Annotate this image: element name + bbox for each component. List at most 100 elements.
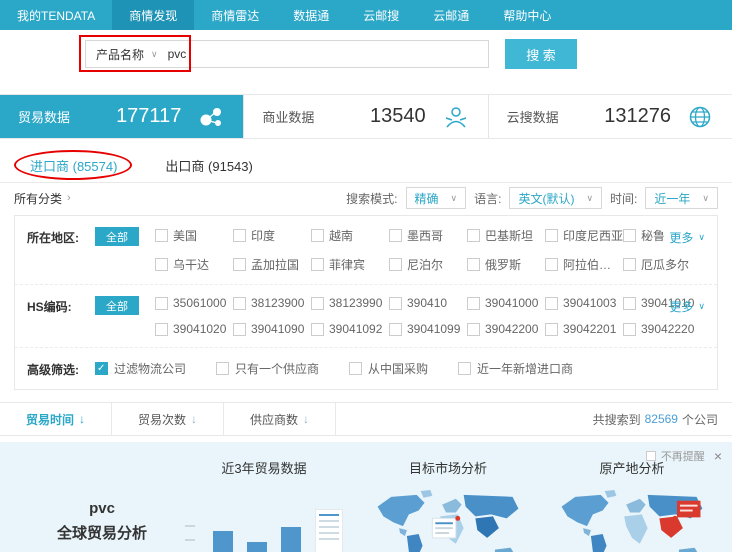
checkbox[interactable] xyxy=(311,297,324,310)
stat-trade-data[interactable]: 贸易数据 177117 xyxy=(0,95,243,138)
nav-item-cloud-mail-pass[interactable]: 云邮通 xyxy=(416,0,486,30)
nav-item-cloud-mail-search[interactable]: 云邮搜 xyxy=(346,0,416,30)
hs-code-all-button[interactable]: 全部 xyxy=(95,296,139,315)
region-option[interactable]: 俄罗斯 xyxy=(467,256,545,273)
hs-code-option[interactable]: 39041099 xyxy=(389,322,467,336)
checkbox[interactable] xyxy=(623,229,636,242)
region-option[interactable]: 菲律宾 xyxy=(311,256,389,273)
checkbox[interactable] xyxy=(545,258,558,271)
hs-code-option[interactable]: 39041003 xyxy=(545,296,623,310)
tab-importers[interactable]: 进口商 (85574) xyxy=(30,156,117,175)
checkbox[interactable] xyxy=(389,229,402,242)
region-option[interactable]: 尼泊尔 xyxy=(389,256,467,273)
checkbox[interactable] xyxy=(155,258,168,271)
stat-business-data[interactable]: 商业数据 13540 xyxy=(243,95,487,138)
nav-item-my-tendata[interactable]: 我的TENDATA xyxy=(0,0,112,30)
checkbox[interactable] xyxy=(216,362,229,375)
hs-code-option-label: 39041090 xyxy=(251,322,311,336)
result-count[interactable]: 82569 xyxy=(645,412,678,426)
tab-exporters[interactable]: 出口商 (91543) xyxy=(165,156,252,175)
stat-cloud-search-data[interactable]: 云搜数据 131276 xyxy=(488,95,732,138)
sort-supplier-count[interactable]: 供应商数 ↓ xyxy=(224,403,336,435)
hs-code-option[interactable]: 39041000 xyxy=(467,296,545,310)
checkbox[interactable] xyxy=(467,297,480,310)
hs-code-more-link[interactable]: 更多 ∨ xyxy=(669,298,705,315)
nav-item-data-pass[interactable]: 数据通 xyxy=(276,0,346,30)
hs-code-option[interactable]: 39041020 xyxy=(155,322,233,336)
checkbox[interactable] xyxy=(233,323,246,336)
hs-code-option[interactable]: 38123990 xyxy=(311,296,389,310)
region-option[interactable]: 墨西哥 xyxy=(389,227,467,244)
checkbox[interactable] xyxy=(545,229,558,242)
region-filter-label: 所在地区: xyxy=(27,227,95,246)
hs-code-option[interactable]: 39041092 xyxy=(311,322,389,336)
checkbox[interactable] xyxy=(349,362,362,375)
hs-code-option[interactable]: 39042220 xyxy=(623,322,701,336)
language-select[interactable]: 英文(默认) ∨ xyxy=(509,187,602,209)
advanced-option-single-supplier[interactable]: 只有一个供应商 xyxy=(216,360,319,377)
region-more-link[interactable]: 更多 ∨ xyxy=(669,229,705,246)
card-trade-history[interactable]: 近3年贸易数据 xyxy=(172,458,356,552)
card-target-market[interactable]: 目标市场分析 xyxy=(356,458,540,552)
checkbox[interactable] xyxy=(467,258,480,271)
search-result-summary: 共搜索到 82569 个公司 xyxy=(593,403,732,435)
checkbox[interactable] xyxy=(233,229,246,242)
checkbox[interactable] xyxy=(623,297,636,310)
hs-code-option[interactable]: 390410 xyxy=(389,296,467,310)
search-input[interactable] xyxy=(168,41,488,67)
card-origin-analysis[interactable]: 原产地分析 xyxy=(540,458,724,552)
dismiss-checkbox[interactable] xyxy=(646,451,656,461)
region-option[interactable]: 乌干达 xyxy=(155,256,233,273)
hs-code-option-label: 38123900 xyxy=(251,296,311,310)
region-option[interactable]: 巴基斯坦 xyxy=(467,227,545,244)
time-select[interactable]: 近一年 ∨ xyxy=(645,187,718,209)
hs-code-option[interactable]: 39041090 xyxy=(233,322,311,336)
checkbox[interactable] xyxy=(311,229,324,242)
hs-code-option[interactable]: 39042201 xyxy=(545,322,623,336)
hs-code-option[interactable]: 35061000 xyxy=(155,296,233,310)
region-option[interactable]: 厄瓜多尔 xyxy=(623,256,701,273)
search-button[interactable]: 搜 索 xyxy=(505,39,577,69)
region-option[interactable]: 印度 xyxy=(233,227,311,244)
region-option[interactable]: 阿拉伯联合酋... xyxy=(545,256,623,273)
nav-item-business-radar[interactable]: 商情雷达 xyxy=(194,0,276,30)
checkbox[interactable] xyxy=(233,258,246,271)
region-option[interactable]: 孟加拉国 xyxy=(233,256,311,273)
nav-item-business-discovery[interactable]: 商情发现 xyxy=(112,0,194,30)
nav-item-help-center[interactable]: 帮助中心 xyxy=(486,0,568,30)
region-option[interactable]: 美国 xyxy=(155,227,233,244)
checkbox[interactable] xyxy=(155,297,168,310)
hs-code-option[interactable]: 38123900 xyxy=(233,296,311,310)
checkbox[interactable] xyxy=(467,229,480,242)
region-all-button[interactable]: 全部 xyxy=(95,227,139,246)
checkbox[interactable] xyxy=(389,258,402,271)
all-categories-link[interactable]: 所有分类 › xyxy=(14,190,71,207)
checkbox[interactable] xyxy=(311,258,324,271)
checkbox[interactable] xyxy=(458,362,471,375)
search-field-type-dropdown[interactable]: 产品名称 ∨ xyxy=(86,41,168,67)
hs-code-option-label: 35061000 xyxy=(173,296,233,310)
checkbox[interactable] xyxy=(623,323,636,336)
checkbox[interactable] xyxy=(467,323,480,336)
close-icon[interactable]: × xyxy=(714,449,722,463)
checkbox[interactable] xyxy=(389,297,402,310)
region-option[interactable]: 越南 xyxy=(311,227,389,244)
checkbox[interactable] xyxy=(311,323,324,336)
checkbox[interactable] xyxy=(623,258,636,271)
checkbox[interactable] xyxy=(155,323,168,336)
checkbox[interactable] xyxy=(389,323,402,336)
advanced-option-filter-logistics[interactable]: 过滤物流公司 xyxy=(95,360,186,377)
hs-code-option[interactable]: 39042200 xyxy=(467,322,545,336)
advanced-option-new-importers[interactable]: 近一年新增进口商 xyxy=(458,360,573,377)
checkbox[interactable] xyxy=(155,229,168,242)
hs-code-options: 35061000 38123900 38123990 390410 390410… xyxy=(155,296,703,336)
checkbox-checked[interactable] xyxy=(95,362,108,375)
sort-trade-count[interactable]: 贸易次数 ↓ xyxy=(112,403,224,435)
checkbox[interactable] xyxy=(545,297,558,310)
checkbox[interactable] xyxy=(545,323,558,336)
checkbox[interactable] xyxy=(233,297,246,310)
sort-trade-time[interactable]: 贸易时间 ↓ xyxy=(0,403,112,435)
search-mode-select[interactable]: 精确 ∨ xyxy=(406,187,467,209)
region-option[interactable]: 印度尼西亚 xyxy=(545,227,623,244)
advanced-option-buy-from-china[interactable]: 从中国采购 xyxy=(349,360,428,377)
